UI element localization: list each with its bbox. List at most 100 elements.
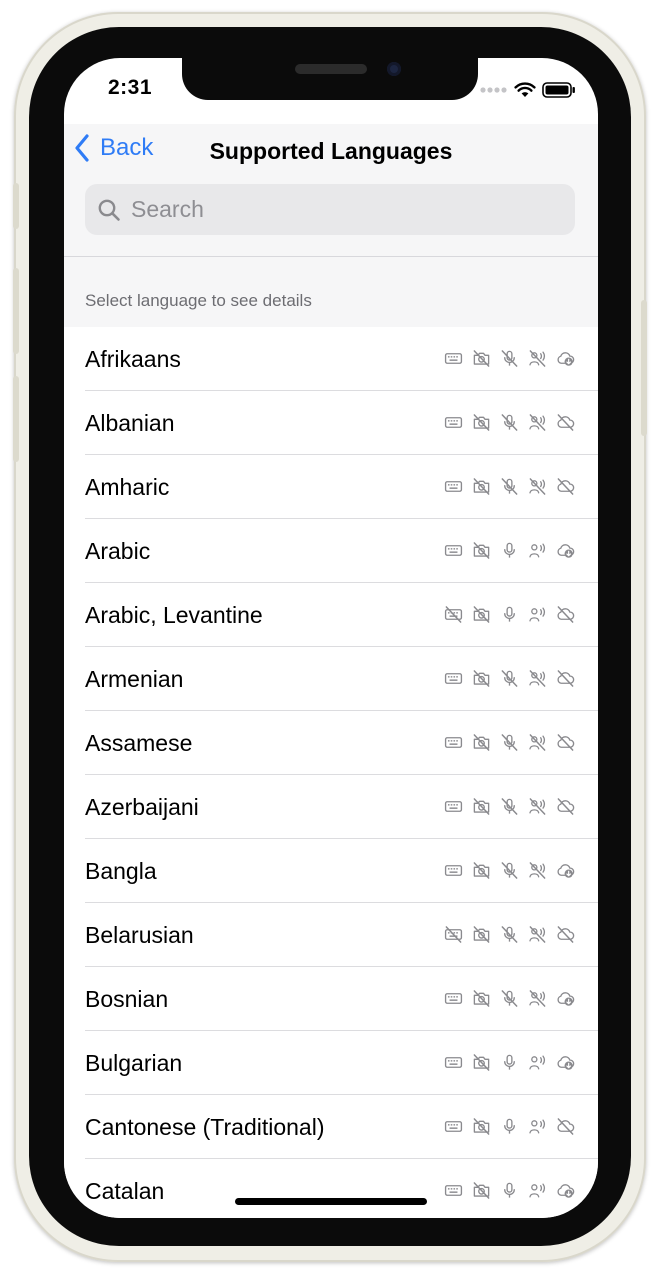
feature-icons	[444, 861, 575, 880]
cloud-download-icon	[557, 1118, 575, 1135]
microphone-icon	[504, 542, 515, 558]
speech-icon	[529, 1183, 546, 1198]
camera-icon	[473, 990, 490, 1007]
speech-icon	[529, 862, 546, 879]
microphone-icon	[501, 926, 518, 943]
cloud-download-icon	[557, 992, 575, 1006]
language-row[interactable]: Afrikaans	[64, 327, 598, 391]
language-name: Amharic	[85, 474, 170, 500]
feature-icons	[444, 669, 575, 688]
speech-icon	[529, 1055, 546, 1070]
cloud-download-icon	[557, 352, 575, 366]
cloud-download-icon	[557, 1056, 575, 1070]
cloud-download-icon	[557, 606, 575, 623]
cloud-download-icon	[557, 1184, 575, 1198]
feature-icons	[444, 733, 575, 752]
language-row[interactable]: Armenian	[64, 647, 598, 711]
language-row[interactable]: Bangla	[64, 839, 598, 903]
language-name: Bosnian	[85, 986, 169, 1012]
cloud-download-icon	[557, 670, 575, 687]
screen: 2:31 Back Supported Languages Search Sel…	[64, 58, 598, 1218]
language-row[interactable]: Catalan	[64, 1159, 598, 1218]
feature-icons	[444, 1117, 575, 1136]
feature-icons	[444, 605, 575, 624]
cloud-download-icon	[557, 734, 575, 751]
status-indicators	[480, 80, 576, 100]
home-indicator[interactable]	[235, 1198, 427, 1205]
microphone-icon	[501, 734, 518, 751]
speech-icon	[529, 478, 546, 495]
camera-icon	[473, 542, 490, 559]
microphone-icon	[501, 990, 518, 1007]
language-row[interactable]: Belarusian	[64, 903, 598, 967]
speech-icon	[529, 926, 546, 943]
language-row[interactable]: Arabic	[64, 519, 598, 583]
language-row[interactable]: Bosnian	[64, 967, 598, 1031]
language-row[interactable]: Amharic	[64, 455, 598, 519]
feature-icons	[444, 1053, 575, 1072]
language-row[interactable]: Arabic, Levantine	[64, 583, 598, 647]
language-name: Arabic, Levantine	[85, 602, 263, 628]
search-area	[64, 176, 598, 257]
language-row[interactable]: Azerbaijani	[64, 775, 598, 839]
speech-icon	[529, 734, 546, 751]
microphone-icon	[501, 798, 518, 815]
keyboard-icon	[444, 737, 463, 748]
feature-icons	[444, 797, 575, 816]
page-title: Supported Languages	[209, 138, 453, 164]
cloud-download-icon	[557, 926, 575, 943]
keyboard-icon	[444, 1185, 463, 1196]
keyboard-icon	[444, 673, 463, 684]
notch	[182, 58, 478, 100]
feature-icons	[444, 989, 575, 1008]
section-header-text: Select language to see details	[85, 291, 312, 310]
battery-icon	[542, 82, 575, 98]
cloud-download-icon	[557, 864, 575, 878]
speech-icon	[529, 990, 546, 1007]
mute-switch	[13, 183, 19, 229]
feature-icons	[444, 349, 575, 368]
camera-icon	[473, 414, 490, 431]
language-row[interactable]: Assamese	[64, 711, 598, 775]
language-name: Arabic	[85, 538, 151, 564]
keyboard-icon	[444, 865, 463, 876]
language-name: Belarusian	[85, 922, 194, 948]
keyboard-icon	[444, 545, 463, 556]
feature-icons	[444, 925, 575, 944]
camera-icon	[473, 1118, 490, 1135]
language-row[interactable]: Albanian	[64, 391, 598, 455]
speech-icon	[529, 1119, 546, 1134]
keyboard-icon	[444, 926, 463, 943]
search-input[interactable]	[129, 195, 553, 224]
camera-icon	[473, 478, 490, 495]
microphone-icon	[504, 1118, 515, 1134]
camera-icon	[473, 734, 490, 751]
microphone-icon	[501, 350, 518, 367]
volume-up-button	[13, 268, 19, 354]
language-name: Cantonese (Traditional)	[85, 1114, 325, 1140]
earpiece-speaker	[295, 64, 367, 74]
status-time: 2:31	[108, 76, 153, 99]
language-row[interactable]: Cantonese (Traditional)	[64, 1095, 598, 1159]
language-row[interactable]: Bulgarian	[64, 1031, 598, 1095]
microphone-icon	[501, 862, 518, 879]
navigation-bar: Back Supported Languages	[64, 124, 598, 184]
keyboard-icon	[444, 1121, 463, 1132]
language-name: Albanian	[85, 410, 175, 436]
speech-icon	[529, 670, 546, 687]
camera-icon	[473, 1182, 490, 1199]
search-bar[interactable]	[85, 184, 575, 235]
cloud-download-icon	[557, 798, 575, 815]
microphone-icon	[501, 478, 518, 495]
speech-icon	[529, 543, 546, 558]
camera-icon	[473, 1054, 490, 1071]
keyboard-icon	[444, 1057, 463, 1068]
keyboard-icon	[444, 481, 463, 492]
language-name: Bulgarian	[85, 1050, 183, 1076]
cloud-download-icon	[557, 414, 575, 431]
language-name: Armenian	[85, 666, 184, 692]
camera-icon	[473, 670, 490, 687]
language-name: Bangla	[85, 858, 157, 884]
speech-icon	[529, 607, 546, 622]
microphone-icon	[504, 1054, 515, 1070]
